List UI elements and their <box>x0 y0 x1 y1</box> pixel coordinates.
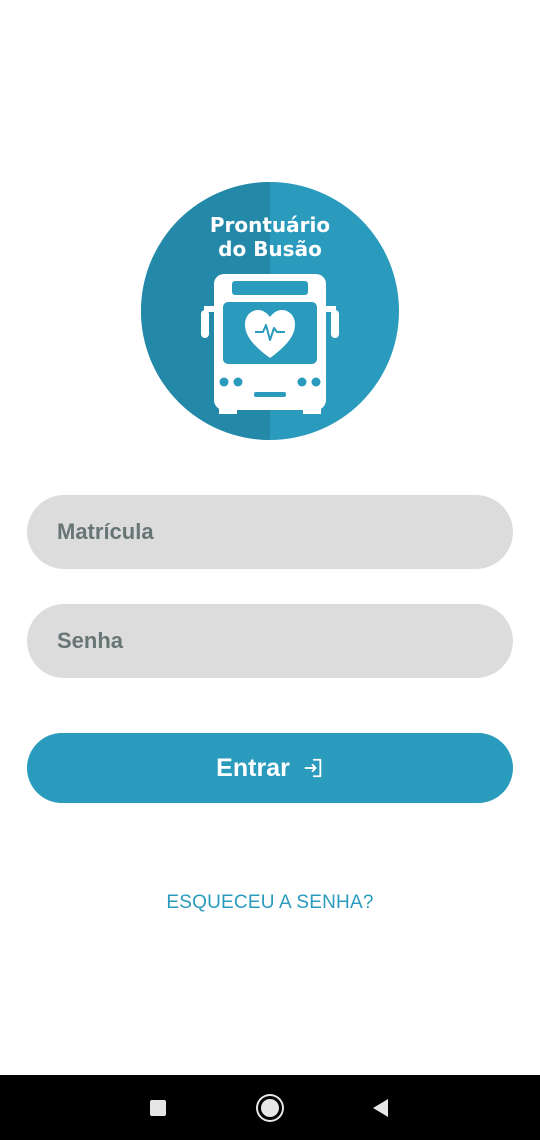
forgot-password-link[interactable]: ESQUECEU A SENHA? <box>0 892 540 914</box>
login-arrow-icon <box>304 758 322 778</box>
recent-apps-button[interactable] <box>128 1075 188 1140</box>
system-navigation-bar <box>0 1075 540 1140</box>
home-button[interactable] <box>240 1075 300 1140</box>
matricula-input[interactable] <box>55 518 485 546</box>
logo-title-line1: Prontuário <box>210 213 330 237</box>
app-logo: Prontuário do Busão <box>141 182 399 440</box>
back-button[interactable] <box>350 1075 410 1140</box>
entrar-button-label: Entrar <box>216 753 290 782</box>
senha-field[interactable] <box>27 604 513 678</box>
matricula-field[interactable] <box>27 495 513 569</box>
entrar-button[interactable]: Entrar <box>27 733 513 803</box>
senha-input[interactable] <box>55 627 485 655</box>
recent-apps-icon <box>150 1099 166 1116</box>
login-screen: Prontuário do Busão Matrícula Entrar ESQ… <box>0 0 540 1140</box>
logo-title-line2: do Busão <box>218 237 322 261</box>
home-icon <box>261 1098 279 1117</box>
back-icon <box>372 1098 388 1117</box>
